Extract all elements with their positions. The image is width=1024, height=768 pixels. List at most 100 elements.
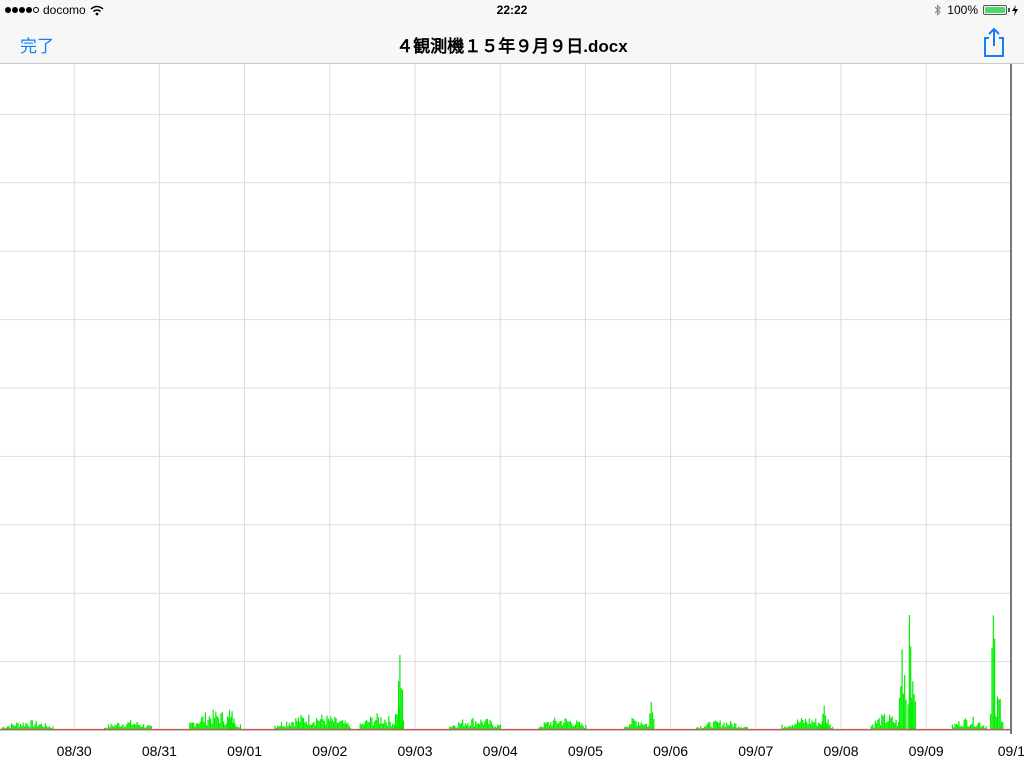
data-bar [799,721,801,730]
data-bar [992,615,994,730]
bluetooth-icon [934,4,942,16]
data-bar [560,720,562,730]
data-bar [347,722,349,730]
data-bar [396,714,398,730]
data-bar [375,720,377,730]
data-bar [902,693,904,730]
data-bar [295,718,297,730]
data-bar [963,719,965,730]
data-bar [22,722,24,730]
x-tick-label: 08/30 [57,743,92,759]
data-bar [886,721,888,730]
data-bar [634,720,636,730]
data-bar [128,722,130,730]
data-bar [564,718,566,730]
data-bar [1000,721,1003,730]
data-bar [286,721,288,730]
data-bar [207,720,209,730]
data-bar [631,718,633,730]
data-bar [563,722,565,730]
data-bar [220,713,222,730]
data-bar [191,722,193,730]
data-bar [385,722,387,730]
data-bar [317,720,319,730]
data-bar [800,718,803,730]
data-bar [895,719,897,730]
data-bar [565,719,567,730]
data-bar [554,717,556,730]
data-bar [208,716,210,730]
data-bar [481,722,483,730]
data-bar [296,721,298,730]
data-bar [199,721,201,730]
data-bar [632,718,634,730]
share-icon[interactable] [982,26,1006,58]
data-bar [327,718,329,730]
data-bar [489,719,491,730]
data-bar [811,720,813,730]
data-bar [370,716,372,730]
data-bar [578,721,580,730]
data-bar [203,722,205,730]
data-bar [304,722,306,730]
data-bar [200,717,203,730]
data-bar [213,717,216,730]
navigation-bar: 完了 ４観測機１５年９月９日.docx [0,22,1024,64]
data-bar [342,720,344,730]
data-bar [331,719,333,730]
data-bar [907,704,909,730]
data-bar [216,715,218,730]
data-bar [543,722,545,730]
data-bar [313,721,315,730]
data-bar [890,717,892,730]
data-bar [913,694,915,730]
data-bar [339,721,341,730]
data-bar [384,719,386,730]
data-bar [999,699,1001,730]
data-bar [889,714,891,730]
data-bar [958,721,960,730]
x-tick-label: 09/1 [998,743,1024,759]
data-bar [221,712,223,730]
status-right: 100% [934,3,1018,17]
data-bar [806,721,808,730]
chart: 908/3008/3109/0109/0209/0309/0409/0509/0… [0,64,1024,759]
data-bar [804,719,806,730]
x-tick-label: 09/05 [568,743,603,759]
data-bar [308,714,310,730]
data-bar [301,717,303,730]
data-bar [714,720,716,730]
data-bar [881,714,883,730]
data-bar [332,721,335,730]
data-bar [231,711,233,730]
data-bar [223,721,225,730]
data-bar [815,718,817,730]
data-bar [635,721,637,730]
charging-icon [1012,4,1018,16]
data-bar [883,714,885,730]
data-bar [344,720,346,730]
data-bar [797,719,799,730]
data-bar [475,721,477,730]
data-bar [228,709,231,730]
data-bar [484,721,486,730]
data-bar [908,615,910,730]
data-bar [401,689,404,730]
x-tick-label: 09/08 [823,743,858,759]
data-bar [555,720,557,730]
data-bar [300,715,302,730]
data-bar [898,697,901,730]
data-bar [713,721,715,730]
data-bar [227,719,229,730]
data-bar [136,722,138,730]
data-bar [874,720,876,730]
data-bar [291,721,293,730]
green-series [1,615,1004,730]
data-bar [486,718,488,730]
data-bar [380,717,382,730]
data-bar [576,720,578,730]
data-bar [1002,722,1004,730]
data-bar [877,719,879,730]
data-bar [35,720,37,730]
data-bar [130,720,132,730]
